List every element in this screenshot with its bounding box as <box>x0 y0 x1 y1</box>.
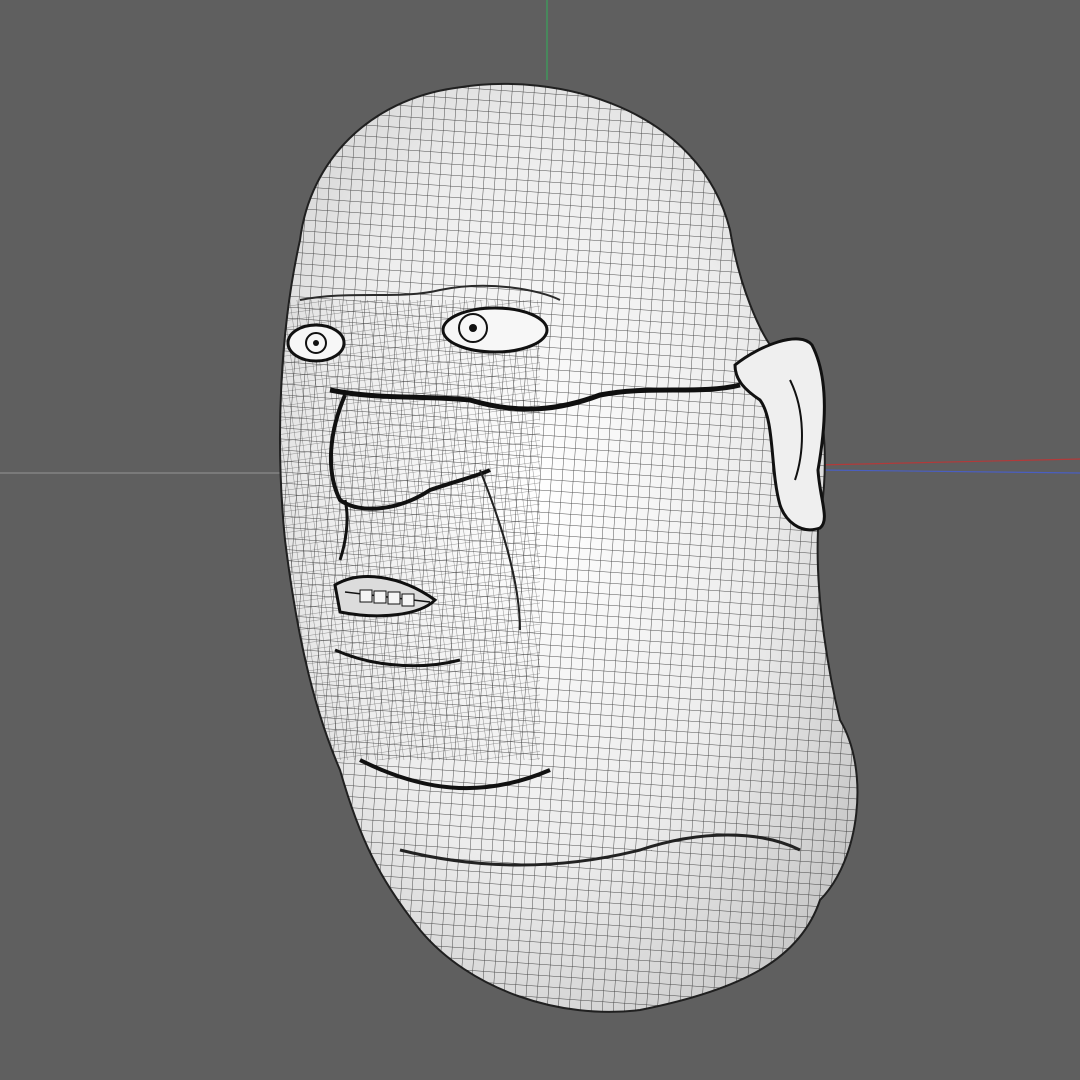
head-mesh[interactable] <box>250 60 890 1040</box>
wireframe-overlay <box>280 83 858 1012</box>
right-eye <box>441 306 549 354</box>
viewport-canvas[interactable] <box>0 0 1080 1080</box>
z-axis-line <box>817 469 1080 474</box>
x-axis-line <box>817 458 1080 466</box>
left-eye <box>286 323 346 363</box>
3d-viewport[interactable] <box>0 0 1080 1080</box>
